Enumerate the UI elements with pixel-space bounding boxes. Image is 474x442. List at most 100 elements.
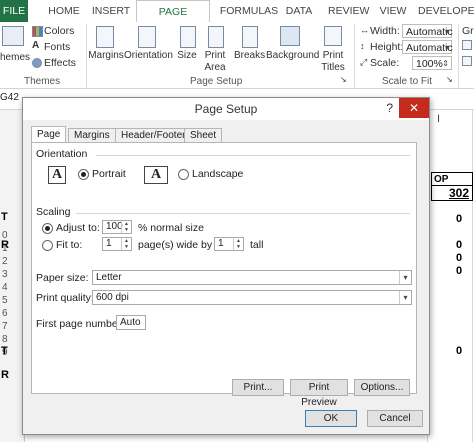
ribbon-separator: [86, 24, 87, 88]
background-button[interactable]: Background: [266, 50, 319, 62]
fit-wide-spinner[interactable]: 1 ▲ ▼: [102, 237, 132, 251]
print-quality-label: Print quality:: [36, 292, 94, 304]
first-page-number-label: First page number:: [36, 318, 125, 330]
row-letter: T: [1, 211, 8, 223]
row-number[interactable]: 4: [2, 282, 8, 293]
header-cell-text: OP: [434, 174, 449, 185]
dialog-title: Page Setup: [194, 102, 258, 116]
orientation-button[interactable]: Orientation: [124, 50, 173, 62]
checkbox-icon[interactable]: [462, 40, 472, 50]
tab-home[interactable]: HOME: [44, 0, 84, 22]
page-setup-launcher-icon[interactable]: ↘: [340, 75, 347, 84]
tab-review[interactable]: REVIEW: [328, 0, 369, 22]
ribbon: hemes Colors A Fonts Effects Themes Marg…: [0, 22, 474, 89]
themes-group-label: Themes: [24, 76, 61, 87]
themes-icon[interactable]: [2, 26, 24, 46]
landscape-label[interactable]: Landscape: [192, 168, 243, 180]
cell-value: 0: [456, 213, 463, 225]
scale-group-label: Scale to Fit: [382, 76, 433, 87]
colors-button[interactable]: Colors: [44, 25, 74, 37]
portrait-radio[interactable]: [78, 169, 89, 180]
fit-to-label[interactable]: Fit to:: [56, 239, 82, 251]
grid-line: [472, 110, 473, 442]
row-letter: R: [1, 239, 9, 251]
fonts-button[interactable]: Fonts: [44, 41, 70, 53]
effects-button[interactable]: Effects: [44, 57, 76, 69]
dialog-tab-sheet[interactable]: Sheet: [184, 128, 223, 143]
tab-view[interactable]: VIEW: [378, 0, 408, 22]
row-number[interactable]: 8: [2, 334, 8, 345]
row-number[interactable]: 6: [2, 308, 8, 319]
scale-launcher-icon[interactable]: ↘: [446, 75, 453, 84]
value-cell[interactable]: 302: [431, 185, 473, 201]
row-number[interactable]: 2: [2, 256, 8, 267]
height-combo[interactable]: Automatic ▾: [402, 40, 453, 54]
margins-button[interactable]: Margins: [88, 50, 124, 62]
tab-page-layout[interactable]: PAGE LAYOUT: [136, 0, 210, 40]
tab-developer[interactable]: DEVELOPER: [418, 0, 474, 22]
size-icon: [180, 26, 196, 48]
checkbox-icon[interactable]: [462, 56, 472, 66]
dialog-titlebar[interactable]: Page Setup ? ✕: [23, 98, 429, 120]
width-combo[interactable]: Automatic ▾: [402, 24, 453, 38]
paper-size-select[interactable]: Letter ▾: [92, 270, 412, 285]
spin-arrows-icon[interactable]: ▲ ▼: [121, 221, 131, 233]
portrait-label[interactable]: Portrait: [92, 168, 126, 180]
print-area-button[interactable]: Print Area: [202, 50, 228, 74]
adjust-to-label[interactable]: Adjust to:: [56, 222, 100, 234]
spin-arrows-icon[interactable]: ▲ ▼: [121, 238, 131, 250]
breaks-button[interactable]: Breaks: [234, 50, 265, 62]
page-setup-dialog: Page Setup ? ✕ Page Margins Header/Foote…: [22, 97, 430, 435]
adjust-to-spinner[interactable]: 100 ▲ ▼: [102, 220, 132, 234]
size-button[interactable]: Size: [176, 50, 198, 62]
row-number[interactable]: 5: [2, 295, 8, 306]
fonts-icon: A: [32, 40, 40, 51]
section-divider: [96, 155, 410, 156]
adjust-to-radio[interactable]: [42, 223, 53, 234]
print-quality-value: 600 dpi: [96, 292, 129, 303]
height-icon: ↕: [360, 41, 365, 51]
scale-icon: ⤢: [360, 57, 368, 67]
column-header-i[interactable]: I: [437, 113, 440, 125]
row-number[interactable]: 7: [2, 321, 8, 332]
scale-value: 100%: [416, 58, 443, 70]
chevron-down-icon: ▾: [444, 43, 449, 52]
dialog-tab-margins[interactable]: Margins: [68, 128, 116, 143]
name-box[interactable]: G42: [0, 92, 22, 106]
fit-tall-suffix: tall: [250, 239, 264, 251]
fit-tall-spinner[interactable]: 1 ▲ ▼: [214, 237, 244, 251]
dialog-tab-page[interactable]: Page: [31, 126, 67, 143]
tab-data[interactable]: DATA: [284, 0, 314, 22]
options-button[interactable]: Options...: [354, 379, 410, 396]
ok-button[interactable]: OK: [305, 410, 357, 427]
cell-value: 0: [456, 265, 463, 277]
print-area-icon: [208, 26, 224, 48]
section-divider: [76, 213, 410, 214]
themes-button[interactable]: hemes: [0, 52, 30, 64]
row-letter: T: [1, 345, 8, 357]
scale-spinner[interactable]: 100% ⇕: [412, 56, 452, 70]
cancel-button[interactable]: Cancel: [367, 410, 423, 427]
help-icon[interactable]: ?: [386, 101, 393, 115]
print-button[interactable]: Print...: [232, 379, 284, 396]
paper-size-label: Paper size:: [36, 272, 89, 284]
first-page-number-input[interactable]: Auto: [116, 315, 146, 330]
print-titles-button[interactable]: Print Titles: [318, 50, 348, 74]
value-cell-text: 302: [448, 186, 469, 200]
tab-insert[interactable]: INSERT: [90, 0, 132, 22]
row-number[interactable]: 3: [2, 269, 8, 280]
tab-formulas[interactable]: FORMULAS: [218, 0, 280, 22]
cell-value: 0: [456, 345, 463, 357]
tab-file[interactable]: FILE: [0, 0, 28, 22]
landscape-radio[interactable]: [178, 169, 189, 180]
close-button[interactable]: ✕: [399, 98, 429, 118]
fit-to-radio[interactable]: [42, 240, 53, 251]
header-cell[interactable]: OP: [431, 172, 473, 185]
dialog-tab-header-footer[interactable]: Header/Footer: [115, 128, 192, 143]
chevron-down-icon: ▾: [399, 271, 411, 284]
print-preview-button[interactable]: Print Preview: [290, 379, 348, 408]
spin-arrows-icon[interactable]: ▲ ▼: [233, 238, 243, 250]
print-quality-select[interactable]: 600 dpi ▾: [92, 290, 412, 305]
print-area-line1: Print: [204, 50, 226, 61]
cell-value: 0: [456, 239, 463, 251]
